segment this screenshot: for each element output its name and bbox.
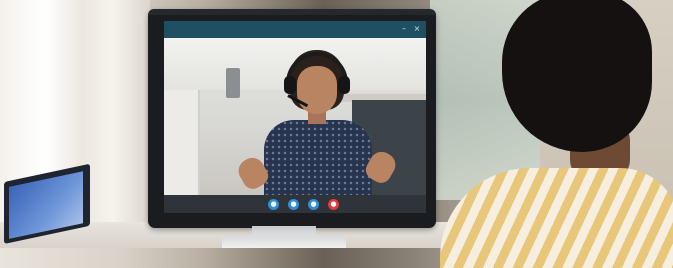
headset-earcup-right	[338, 76, 350, 94]
close-icon[interactable]: ×	[413, 25, 421, 33]
headset-earcup-left	[284, 76, 296, 94]
laptop	[4, 163, 92, 248]
desktop-monitor: – × ● ● ● ●	[148, 9, 436, 228]
background-door	[164, 90, 200, 195]
call-controls: ● ● ● ●	[164, 195, 426, 213]
camera-icon[interactable]: ●	[268, 199, 279, 210]
viewer-person	[430, 0, 673, 268]
end-call-icon[interactable]: ●	[328, 199, 339, 210]
viewer-hair	[502, 0, 652, 152]
laptop-display	[9, 171, 83, 239]
caller-shirt	[264, 120, 372, 195]
window-titlebar: – ×	[164, 21, 426, 38]
share-icon[interactable]: ●	[308, 199, 319, 210]
minimize-icon[interactable]: –	[400, 25, 408, 33]
video-call-window: – × ● ● ● ●	[164, 21, 426, 213]
viewer-striped-shirt	[440, 168, 673, 268]
caller-person	[218, 50, 408, 195]
monitor-base	[222, 236, 346, 248]
video-feed	[164, 38, 426, 195]
monitor-bezel	[148, 9, 436, 15]
chat-icon[interactable]: ●	[288, 199, 299, 210]
